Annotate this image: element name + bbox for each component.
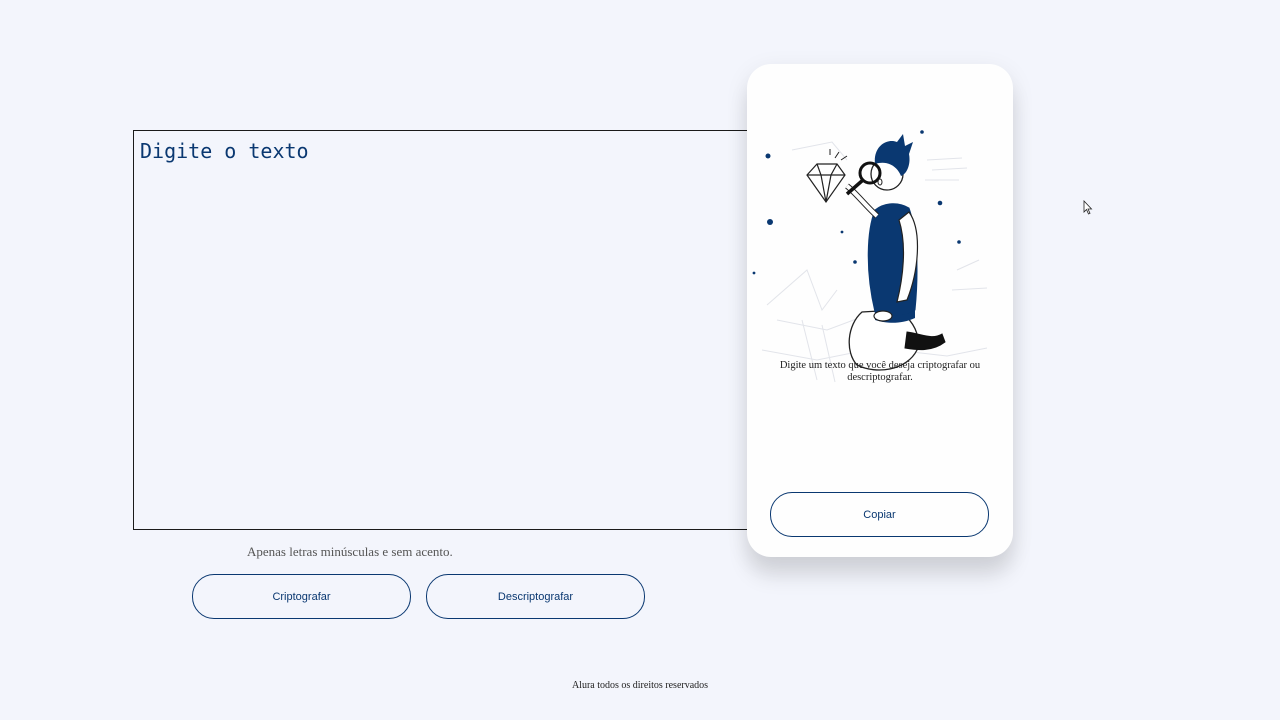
encrypt-button[interactable]: Criptografar — [192, 574, 411, 619]
text-input-area — [133, 130, 753, 530]
text-input[interactable] — [134, 131, 752, 529]
mouse-cursor-icon — [1083, 200, 1093, 215]
output-message: Digite um texto que você deseja criptogr… — [779, 360, 981, 383]
decrypt-button[interactable]: Descriptografar — [426, 574, 645, 619]
decrypt-button-label: Descriptografar — [497, 590, 574, 603]
input-hint: Apenas letras minúsculas e sem acento. — [247, 544, 453, 560]
page: Apenas letras minúsculas e sem acento. C… — [0, 0, 1280, 720]
footer: Alura todos os direitos reservados — [0, 680, 1280, 691]
copy-button[interactable]: Copiar — [770, 492, 989, 537]
footer-text: Alura todos os direitos reservados — [571, 680, 709, 691]
copy-button-label: Copiar — [863, 508, 896, 521]
encrypt-button-label: Criptografar — [272, 590, 331, 603]
hint-text: Apenas letras minúsculas e sem acento. — [247, 544, 453, 559]
output-card: Digite um texto que você deseja criptogr… — [747, 64, 1013, 557]
